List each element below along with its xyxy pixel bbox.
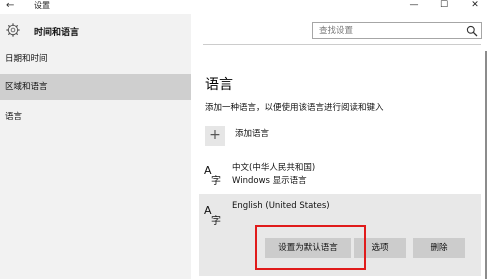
gear-icon[interactable] [6,23,20,37]
title-bar: ← 设置 — ☐ ✕ [0,0,493,14]
highlight-box [255,225,366,270]
remove-button[interactable]: 删除 [413,238,465,258]
language-name[interactable]: English (United States) [232,200,330,212]
nav-item-speech[interactable]: 语言 [0,104,191,130]
svg-text:字: 字 [211,174,221,186]
search-icon[interactable] [466,25,478,37]
left-nav-pane: 时间和语言 日期和时间 区域和语言 语言 [0,14,191,279]
language-name[interactable]: 中文(中华人民共和国) [232,162,315,174]
page-title: 语言 [205,77,233,93]
language-subtitle: Windows 显示语言 [232,176,307,186]
search-input[interactable]: 查找设置 [312,22,482,39]
search-placeholder: 查找设置 [319,26,354,36]
minimize-button[interactable]: — [400,0,428,12]
close-button[interactable]: ✕ [461,0,489,12]
language-icon: A 字 [204,164,221,186]
svg-text:字: 字 [211,214,221,226]
scrollbar[interactable] [485,51,487,279]
nav-item-date-time[interactable]: 日期和时间 [0,46,191,72]
nav-item-region-language[interactable]: 区域和语言 [0,74,191,100]
divider [203,44,481,45]
add-language-label[interactable]: 添加语言 [235,127,269,139]
add-language-button[interactable]: + [205,126,225,146]
section-header: 时间和语言 [34,28,80,38]
window-title: 设置 [34,1,50,10]
back-arrow-icon[interactable]: ← [6,0,14,12]
language-icon: A 字 [204,204,221,226]
language-description: 添加一种语言，以便使用该语言进行阅读和键入 [205,103,384,113]
maximize-button[interactable]: ☐ [430,0,458,12]
